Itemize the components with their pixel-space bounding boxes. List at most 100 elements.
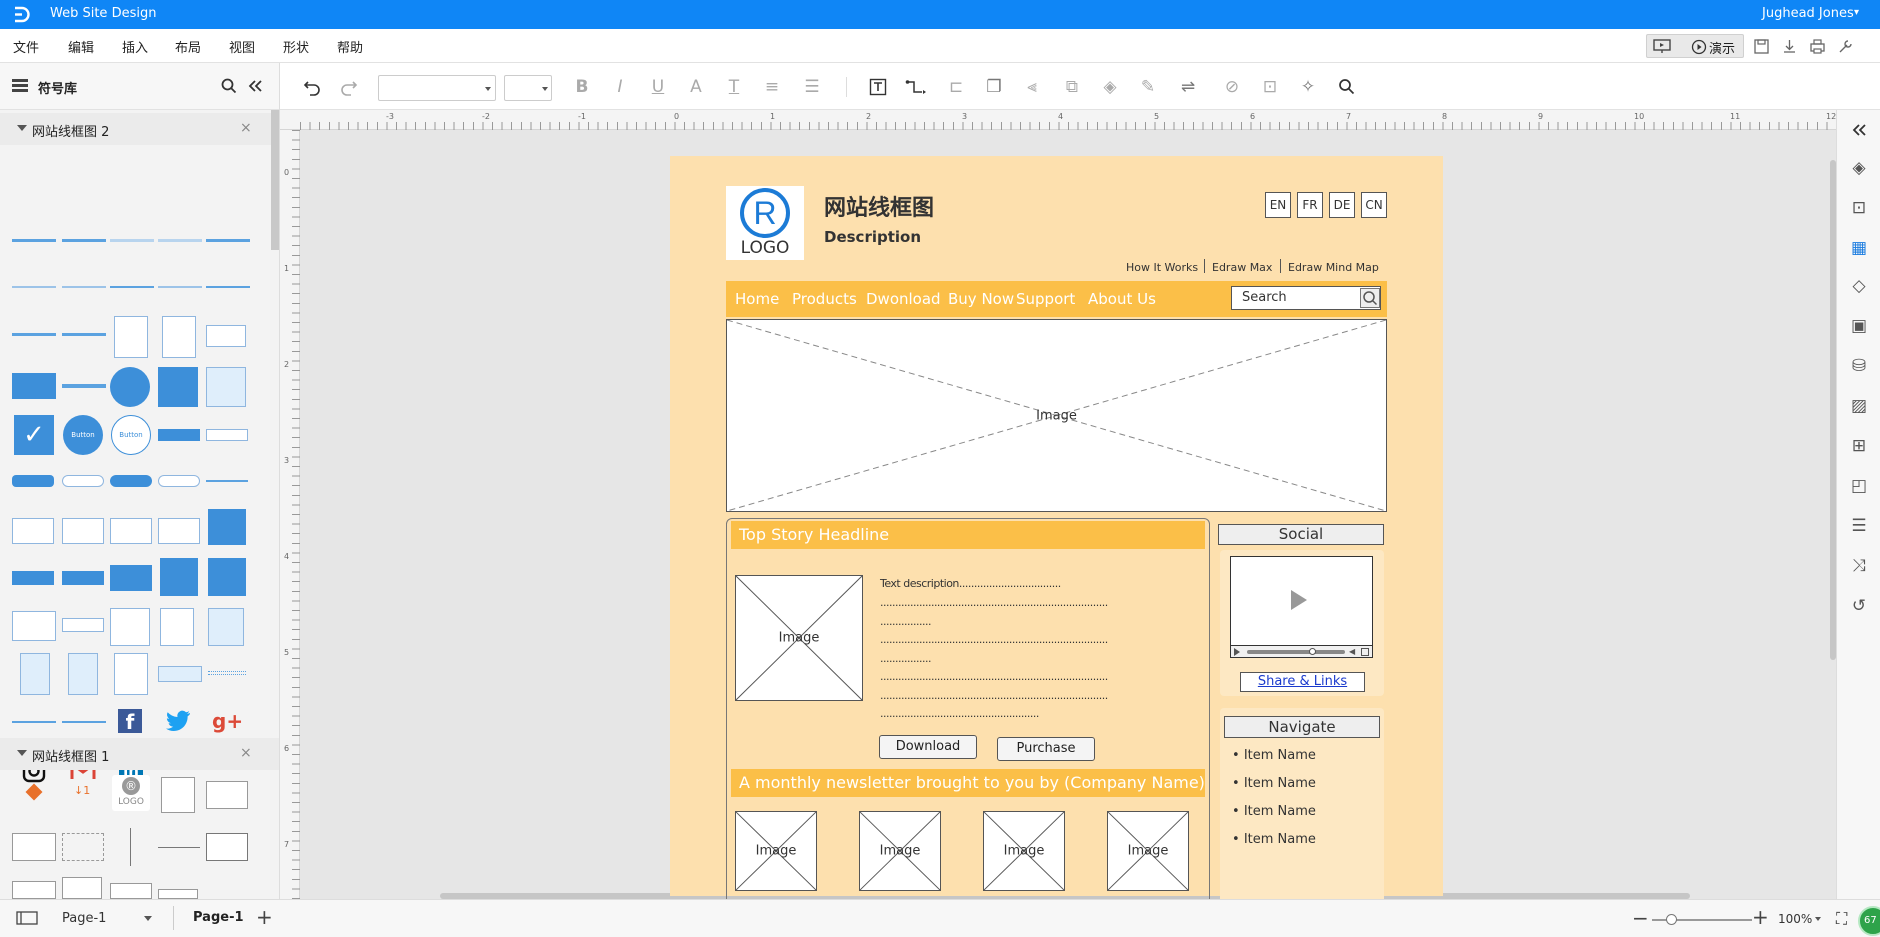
- data-icon[interactable]: ⛁: [1847, 354, 1871, 378]
- library-section-wireframe-1[interactable]: 网站线框图 1 ×: [0, 738, 279, 770]
- vertical-line-thumbnail[interactable]: [130, 828, 131, 866]
- zoom-level[interactable]: 100%: [1778, 912, 1812, 926]
- box-thumbnail[interactable]: [161, 777, 195, 813]
- video-player[interactable]: ◀: [1230, 556, 1373, 658]
- navigate-item[interactable]: • Item Name: [1232, 748, 1316, 763]
- newsletter-image-1[interactable]: Image: [735, 811, 817, 891]
- top-link-how-it-works[interactable]: How It Works: [1126, 261, 1198, 274]
- window-thumbnail[interactable]: [206, 833, 248, 861]
- nav-home[interactable]: Home: [735, 284, 779, 314]
- navigate-item[interactable]: • Item Name: [1232, 776, 1316, 791]
- select-style-icon[interactable]: ⊡: [1847, 196, 1871, 220]
- form-thumbnail[interactable]: [62, 618, 104, 632]
- nav-products[interactable]: Products: [792, 284, 857, 314]
- underline-icon[interactable]: U: [646, 75, 670, 99]
- library-section-wireframe-2[interactable]: 网站线框图 2 ×: [0, 113, 279, 145]
- sort-down-thumbnail[interactable]: ↓1: [74, 784, 90, 797]
- lock-icon[interactable]: ⊡: [1258, 75, 1282, 99]
- format-painter-icon[interactable]: ✧: [1296, 75, 1320, 99]
- profile-thumbnail[interactable]: [160, 608, 194, 646]
- org-chart-icon[interactable]: ⊞: [1847, 434, 1871, 458]
- menu-layout[interactable]: 布局: [175, 37, 201, 56]
- shape-thumbnail[interactable]: [206, 325, 246, 347]
- facebook-icon[interactable]: f: [118, 709, 142, 734]
- horizontal-line-thumbnail[interactable]: [158, 847, 200, 848]
- button-outline-thumbnail[interactable]: Button: [111, 415, 151, 455]
- logo-thumbnail[interactable]: ® LOGO: [112, 775, 150, 811]
- table-thumbnail[interactable]: [68, 653, 98, 695]
- shape-thumbnail[interactable]: [206, 367, 246, 407]
- image-thumbnail[interactable]: [62, 877, 102, 899]
- crop-icon[interactable]: ⊏: [944, 75, 968, 99]
- diamond-shape-thumbnail[interactable]: [25, 783, 43, 801]
- menu-help[interactable]: 帮助: [337, 37, 363, 56]
- google-plus-icon[interactable]: g+: [212, 709, 243, 733]
- lang-de-button[interactable]: DE: [1329, 192, 1355, 218]
- user-menu-arrow-icon[interactable]: ▾: [1854, 7, 1859, 18]
- expand-arrow-icon[interactable]: [17, 125, 27, 131]
- button-thumbnail[interactable]: [206, 429, 248, 441]
- video-controls[interactable]: ◀: [1231, 645, 1372, 657]
- form-thumbnail[interactable]: [208, 608, 244, 646]
- newsletter-image-4[interactable]: Image: [1107, 811, 1189, 891]
- video-play-small-icon[interactable]: [1234, 648, 1240, 656]
- edit-shape-icon[interactable]: ⊘: [1220, 75, 1244, 99]
- page-select-chevron-icon[interactable]: [144, 916, 152, 921]
- drawing-canvas[interactable]: -3 -2 -1 0 1 2 3 4 5 6 7 8 9 10 11 12 0 …: [280, 110, 1836, 899]
- zoom-in-icon[interactable]: +: [1752, 905, 1769, 929]
- present-button[interactable]: 演示: [1709, 38, 1735, 57]
- shape-thumbnail[interactable]: [62, 286, 106, 288]
- image-circle-thumbnail[interactable]: [110, 367, 150, 407]
- button-thumbnail[interactable]: [62, 475, 104, 487]
- symbol-library-icon[interactable]: ▦: [1847, 236, 1871, 260]
- find-icon[interactable]: [1334, 75, 1358, 99]
- arrange-icon[interactable]: ❐: [982, 75, 1006, 99]
- history-icon[interactable]: ↺: [1847, 594, 1871, 618]
- grid-thumbnail[interactable]: [158, 666, 202, 682]
- nav-download[interactable]: Dwonload: [866, 284, 941, 314]
- image-thumbnail[interactable]: [110, 883, 152, 899]
- shape-thumbnail[interactable]: [62, 239, 106, 242]
- table-thumbnail[interactable]: [114, 653, 148, 695]
- font-color-icon[interactable]: A: [684, 75, 708, 99]
- fit-page-icon[interactable]: ⛶: [1836, 909, 1847, 929]
- fullscreen-icon[interactable]: [1361, 648, 1369, 656]
- zoom-slider-knob[interactable]: [1666, 914, 1677, 925]
- nav-support[interactable]: Support: [1016, 284, 1075, 314]
- box-thumbnail[interactable]: [12, 833, 56, 861]
- close-library-icon[interactable]: ×: [240, 120, 252, 136]
- shape-thumbnail[interactable]: [160, 558, 198, 596]
- volume-icon[interactable]: ◀: [1349, 647, 1355, 656]
- fill-color-icon[interactable]: ◈: [1098, 75, 1122, 99]
- dashed-box-thumbnail[interactable]: [62, 833, 104, 861]
- button-thumbnail[interactable]: [158, 429, 200, 441]
- share-links-link[interactable]: Share & Links: [1258, 674, 1347, 689]
- group-icon[interactable]: ⧉: [1060, 75, 1084, 99]
- present-play-icon[interactable]: [1691, 39, 1707, 55]
- shape-thumbnail[interactable]: [162, 316, 196, 358]
- twitter-icon[interactable]: [166, 709, 192, 733]
- align-icon[interactable]: ≡: [760, 75, 784, 99]
- list-thumbnail[interactable]: [12, 518, 54, 544]
- font-family-select[interactable]: [378, 75, 496, 101]
- video-thumbnail[interactable]: [110, 565, 152, 591]
- form-thumbnail[interactable]: [12, 611, 56, 641]
- shape-thumbnail[interactable]: [110, 286, 154, 288]
- menu-insert[interactable]: 插入: [122, 37, 148, 56]
- button-circle-thumbnail[interactable]: Button: [63, 415, 103, 455]
- page-tab-active[interactable]: Page-1: [193, 910, 244, 925]
- bold-icon[interactable]: B: [570, 75, 594, 99]
- library-search-icon[interactable]: [221, 78, 237, 94]
- button-thumbnail[interactable]: [158, 475, 200, 487]
- lang-cn-button[interactable]: CN: [1361, 192, 1387, 218]
- shuffle-icon[interactable]: ⤨: [1847, 554, 1871, 578]
- lang-en-button[interactable]: EN: [1265, 192, 1291, 218]
- shape-thumbnail[interactable]: [158, 239, 202, 242]
- table-thumbnail[interactable]: [20, 653, 50, 695]
- video-play-icon[interactable]: [1291, 590, 1307, 610]
- shape-thumbnail[interactable]: [158, 889, 198, 899]
- checkbox-thumbnail[interactable]: ✓: [14, 415, 54, 455]
- zoom-out-icon[interactable]: −: [1632, 906, 1649, 930]
- menu-file[interactable]: 文件: [13, 37, 39, 56]
- download-button[interactable]: Download: [879, 735, 977, 759]
